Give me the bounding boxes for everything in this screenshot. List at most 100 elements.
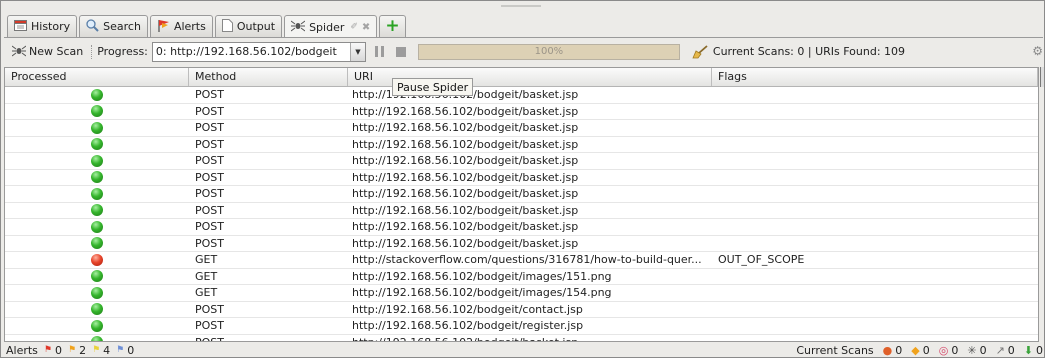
panel-resize-grip[interactable] xyxy=(501,5,541,7)
success-status-icon xyxy=(91,286,103,299)
new-scan-label: New Scan xyxy=(29,45,84,58)
alerts-summary[interactable]: Alerts ⚑ 0 ⚑ 2 ⚑ 4 ⚑ 0 xyxy=(4,344,134,357)
flags-cell xyxy=(712,236,1038,252)
column-header-processed[interactable]: Processed xyxy=(5,68,189,86)
active-scan-icon: ● xyxy=(882,343,893,357)
stop-spider-button[interactable] xyxy=(395,46,406,57)
column-header-flags[interactable]: Flags xyxy=(712,68,1038,86)
table-row[interactable]: GET http://192.168.56.102/bodgeit/images/… xyxy=(5,285,1038,302)
new-scan-button[interactable]: New Scan xyxy=(11,44,84,60)
method-cell: POST xyxy=(195,302,224,316)
medium-alert-count: 2 xyxy=(79,343,87,357)
table-row[interactable]: GET http://stackoverflow.com/questions/31… xyxy=(5,252,1038,269)
table-row[interactable]: POSThttp://192.168.56.102/bodgeit/basket… xyxy=(5,236,1038,252)
success-status-icon xyxy=(91,237,103,250)
table-row[interactable]: POSThttp://192.168.56.102/bodgeit/basket… xyxy=(5,120,1038,137)
table-row[interactable]: POST http://192.168.56.102/bodgeit/regist… xyxy=(5,318,1038,335)
spider-results-table: Processed Method URI Flags POST http://19… xyxy=(4,67,1039,342)
uri-cell: http://192.168.56.102/bodgeit/images/151… xyxy=(352,269,612,283)
tab-search[interactable]: Search xyxy=(79,15,148,37)
method-cell: POST xyxy=(195,170,224,184)
table-body: POST http://192.168.56.102/bodgeit/basket… xyxy=(5,87,1038,342)
table-row[interactable]: GET http://192.168.56.102/bodgeit/images/… xyxy=(5,269,1038,285)
processed-cell xyxy=(5,203,189,219)
table-row[interactable]: POSThttp://192.168.56.102/bodgeit/basket… xyxy=(5,87,1038,104)
table-header: Processed Method URI Flags xyxy=(5,68,1038,87)
method-cell: POST xyxy=(195,187,224,200)
close-icon[interactable]: ✖ xyxy=(362,22,370,33)
pause-spider-button[interactable] xyxy=(374,46,387,57)
spider-toolbar: New Scan Progress: 0: http://192.168.56.… xyxy=(4,37,1043,65)
method-cell: POST xyxy=(195,335,224,342)
processed-cell xyxy=(5,335,189,341)
flags-cell: OUT_OF_SCOPE xyxy=(718,253,805,266)
success-status-icon xyxy=(91,220,103,233)
pin-icon[interactable]: ✐ xyxy=(350,22,358,32)
download-count: 0 xyxy=(1036,343,1043,357)
column-header-method[interactable]: Method xyxy=(189,68,348,86)
uri-cell: http://stackoverflow.com/questions/31678… xyxy=(352,253,702,266)
current-scans-summary[interactable]: Current Scans ● 0 ◆ 0 ◎ 0 ✳ 0 ↗ 0 ⬇ 0 xyxy=(796,344,1043,357)
progress-scan-select[interactable]: 0: http://192.168.56.102/bodgeit ▼ xyxy=(151,41,366,62)
uri-cell: http://192.168.56.102/bodgeit/basket.jsp xyxy=(352,203,579,217)
processed-cell xyxy=(5,318,189,334)
output-icon xyxy=(221,18,233,35)
scan-progress-bar: 100% xyxy=(417,43,680,60)
table-row[interactable]: POST http://192.168.56.102/bodgeit/basket… xyxy=(5,170,1038,186)
spider-icon xyxy=(11,44,27,60)
table-row[interactable]: POST http://192.168.56.102/bodgeit/contac… xyxy=(5,302,1038,318)
flags-cell xyxy=(712,137,1038,153)
alerts-flag-icon xyxy=(157,19,170,35)
processed-cell xyxy=(5,170,189,186)
processed-cell xyxy=(5,153,189,169)
tab-history[interactable]: History xyxy=(7,15,78,37)
download-icon: ⬇ xyxy=(1023,343,1033,357)
tab-alerts[interactable]: Alerts xyxy=(149,15,213,37)
processed-cell xyxy=(5,269,189,285)
uri-cell: http://192.168.56.102/bodgeit/basket.jsp xyxy=(352,220,579,233)
tab-spider[interactable]: Spider ✐ ✖ xyxy=(284,15,378,38)
alerts-label: Alerts xyxy=(6,343,38,357)
uri-cell: http://192.168.56.102/bodgeit/basket.jsp xyxy=(352,170,579,184)
table-row[interactable]: POSThttp://192.168.56.102/bodgeit/basket… xyxy=(5,203,1038,219)
clean-scans-icon[interactable] xyxy=(692,44,708,59)
processed-cell xyxy=(5,104,189,120)
success-status-icon xyxy=(91,204,103,217)
history-icon xyxy=(14,19,27,34)
table-row[interactable]: POSThttp://192.168.56.102/bodgeit/basket… xyxy=(5,137,1038,153)
method-cell: POST xyxy=(195,104,224,118)
table-row[interactable]: POST http://192.168.56.102/bodgeit/basket… xyxy=(5,219,1038,236)
table-row[interactable]: POSThttp://192.168.56.102/bodgeit/basket… xyxy=(5,335,1038,342)
method-cell: POST xyxy=(195,319,224,332)
method-cell: POST xyxy=(195,220,224,233)
add-tab-button[interactable]: + xyxy=(379,15,406,37)
success-status-icon xyxy=(91,303,103,316)
method-cell: POST xyxy=(195,236,224,250)
flags-cell xyxy=(712,87,1038,103)
current-scans-label: Current Scans xyxy=(796,343,874,357)
success-status-icon xyxy=(91,88,103,101)
break-count: 0 xyxy=(1007,343,1015,357)
tab-label: Alerts xyxy=(173,20,206,33)
table-row[interactable]: POSThttp://192.168.56.102/bodgeit/basket… xyxy=(5,186,1038,203)
flags-cell xyxy=(712,335,1038,342)
chevron-down-icon[interactable]: ▼ xyxy=(349,42,365,61)
options-icon[interactable]: ⚙ xyxy=(1032,44,1043,58)
search-icon xyxy=(86,18,99,35)
processed-cell xyxy=(5,285,189,301)
table-row[interactable]: POST http://192.168.56.102/bodgeit/basket… xyxy=(5,104,1038,120)
processed-cell xyxy=(5,137,189,153)
high-alert-count: 0 xyxy=(55,343,62,357)
success-status-icon xyxy=(91,121,103,134)
column-chooser-button[interactable] xyxy=(1040,67,1044,87)
spider-count: 0 xyxy=(979,343,987,357)
forced-browse-icon: ◎ xyxy=(938,343,949,357)
flags-cell xyxy=(712,318,1038,334)
uri-cell: http://192.168.56.102/bodgeit/basket.jsp xyxy=(352,104,579,118)
tab-output[interactable]: Output xyxy=(214,15,283,37)
table-row[interactable]: POSThttp://192.168.56.102/bodgeit/basket… xyxy=(5,153,1038,170)
tab-label: History xyxy=(31,20,71,33)
scan-status-text: Current Scans: 0 | URIs Found: 109 xyxy=(712,45,906,58)
uri-cell: http://192.168.56.102/bodgeit/basket.jsp xyxy=(352,137,579,151)
method-cell: GET xyxy=(195,269,218,283)
